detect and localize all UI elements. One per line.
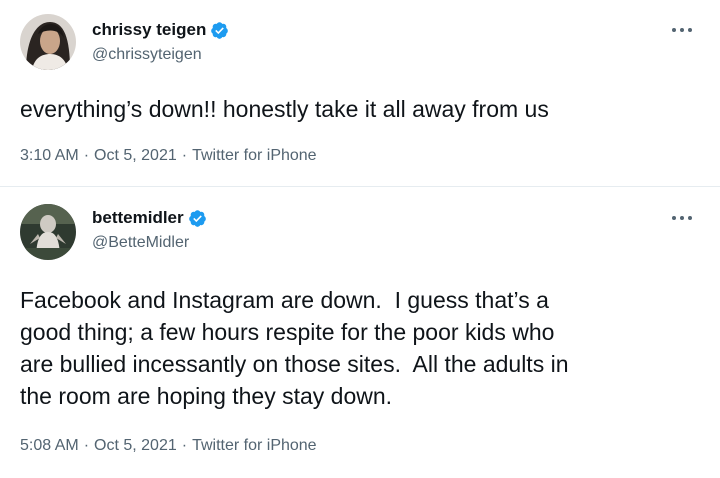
tweet-source[interactable]: Twitter for iPhone <box>192 146 317 166</box>
author-handle[interactable]: @chrissyteigen <box>92 45 202 65</box>
tweet-text: Facebook and Instagram are down. I guess… <box>20 287 569 409</box>
more-options-icon[interactable] <box>672 26 692 34</box>
author-name-row[interactable]: bettemidler <box>92 208 207 228</box>
tweet-date[interactable]: Oct 5, 2021 <box>94 146 177 166</box>
verified-badge-icon <box>188 209 207 228</box>
avatar[interactable] <box>20 204 76 260</box>
tweet-time[interactable]: 5:08 AM <box>20 436 79 456</box>
tweet-card[interactable]: bettemidler @BetteMidler Facebook and In… <box>0 187 720 478</box>
tweet-card[interactable]: chrissy teigen @chrissyteigen everything… <box>0 0 720 186</box>
display-name[interactable]: bettemidler <box>92 208 184 228</box>
separator: · <box>83 437 90 454</box>
separator: · <box>83 147 90 164</box>
tweet-date[interactable]: Oct 5, 2021 <box>94 436 177 456</box>
tweet-metadata: 5:08 AM · Oct 5, 2021 · Twitter for iPho… <box>20 436 317 456</box>
tweet-time[interactable]: 3:10 AM <box>20 146 79 166</box>
separator: · <box>181 437 188 454</box>
tweet-source[interactable]: Twitter for iPhone <box>192 436 317 456</box>
separator: · <box>181 147 188 164</box>
author-name-row[interactable]: chrissy teigen <box>92 20 229 40</box>
tweet-metadata: 3:10 AM · Oct 5, 2021 · Twitter for iPho… <box>20 146 317 166</box>
author-handle[interactable]: @BetteMidler <box>92 233 189 253</box>
more-options-icon[interactable] <box>672 214 692 222</box>
verified-badge-icon <box>210 21 229 40</box>
avatar[interactable] <box>20 14 76 70</box>
display-name[interactable]: chrissy teigen <box>92 20 206 40</box>
tweet-text: everything’s down!! honestly take it all… <box>20 96 549 122</box>
